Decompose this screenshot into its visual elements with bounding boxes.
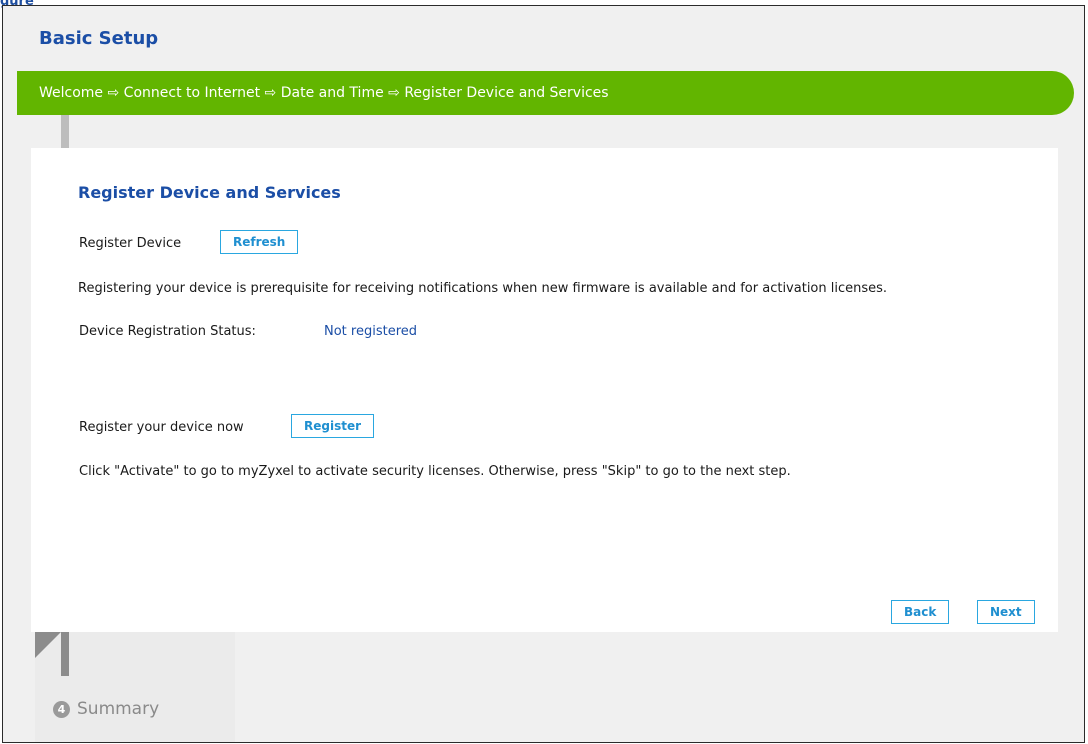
register-button[interactable]: Register bbox=[291, 414, 375, 438]
setup-wizard-frame: Basic Setup Welcome ⇨ Connect to Interne… bbox=[2, 5, 1085, 743]
progress-notch bbox=[35, 632, 61, 658]
next-button[interactable]: Next bbox=[977, 600, 1035, 624]
registration-status-value: Not registered bbox=[324, 324, 418, 339]
step-number-badge: 4 bbox=[53, 701, 70, 718]
register-panel: Register Device and Services Register De… bbox=[31, 148, 1058, 632]
step-label-summary: Summary bbox=[77, 699, 160, 719]
section-title: Register Device and Services bbox=[78, 183, 341, 202]
registration-info-text: Registering your device is prerequisite … bbox=[78, 281, 888, 296]
refresh-button[interactable]: Refresh bbox=[220, 230, 299, 254]
page-title: Basic Setup bbox=[39, 28, 159, 49]
register-now-label: Register your device now bbox=[79, 420, 244, 435]
register-device-label: Register Device bbox=[79, 236, 182, 251]
progress-rail-top bbox=[61, 115, 69, 148]
wizard-step-bar: Welcome ⇨ Connect to Internet ⇨ Date and… bbox=[17, 71, 1074, 115]
back-button[interactable]: Back bbox=[891, 600, 950, 624]
progress-rail-bottom bbox=[61, 632, 69, 676]
next-step-tab: 4 Summary bbox=[35, 632, 235, 742]
registration-status-label: Device Registration Status: bbox=[79, 324, 256, 339]
activate-instructions-text: Click "Activate" to go to myZyxel to act… bbox=[79, 464, 791, 479]
